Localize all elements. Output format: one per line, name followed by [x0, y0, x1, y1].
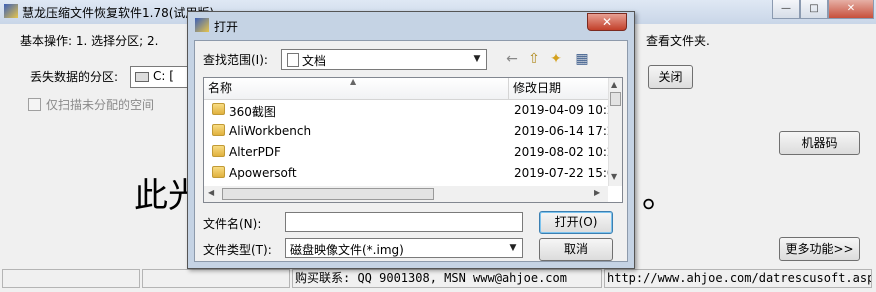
folder-icon: [212, 166, 225, 178]
open-button[interactable]: 打开(O): [539, 211, 613, 234]
partition-select[interactable]: C: [: [130, 66, 192, 88]
vertical-scrollbar[interactable]: ▲ ▼: [608, 78, 622, 186]
up-folder-icon[interactable]: ⇧: [523, 50, 545, 70]
horizontal-scroll-thumb[interactable]: [222, 188, 434, 200]
file-date: 2019-08-02 10:2: [514, 145, 608, 159]
filetype-label: 文件类型(T):: [203, 243, 272, 257]
window-title: 慧龙压缩文件恢复软件1.78(试用版): [22, 6, 215, 20]
cancel-button[interactable]: 取消: [539, 238, 613, 261]
partition-value: C: [: [153, 69, 174, 83]
column-name-label: 名称: [208, 81, 233, 95]
filename-label: 文件名(N):: [203, 217, 262, 231]
folder-icon: [212, 124, 225, 136]
chevron-down-icon[interactable]: ▼: [506, 241, 520, 255]
file-date: 2019-04-09 10:2: [514, 103, 608, 117]
close-button[interactable]: 关闭: [648, 65, 693, 89]
scroll-right-icon[interactable]: ▶: [594, 188, 600, 197]
list-item[interactable]: AlterPDF 2019-08-02 10:2: [204, 142, 608, 163]
scan-unallocated-checkbox[interactable]: [28, 98, 41, 111]
file-name: AliWorkbench: [229, 124, 312, 138]
machine-code-button[interactable]: 机器码: [779, 131, 860, 155]
filetype-value: 磁盘映像文件(*.img): [290, 243, 404, 257]
file-name: AlterPDF: [229, 145, 281, 159]
steps-instructions-tail: 查看文件夹.: [646, 34, 710, 48]
status-contact: 购买联系: QQ 9001308, MSN www@ahjoe.com: [292, 269, 602, 288]
dialog-app-icon: [195, 18, 209, 32]
column-header-name[interactable]: 名称 ▲: [204, 78, 509, 100]
sort-up-icon: ▲: [350, 77, 357, 86]
dialog-title: 打开: [214, 20, 239, 34]
maximize-button[interactable]: □: [800, 0, 828, 19]
folder-icon: [212, 103, 225, 115]
back-icon[interactable]: ←: [501, 50, 523, 70]
file-date: 2019-06-14 17:2: [514, 124, 608, 138]
file-name: 360截图: [229, 105, 276, 119]
file-date: 2019-07-22 15:0: [514, 166, 608, 180]
scan-unallocated-label: 仅扫描未分配的空间: [46, 98, 155, 112]
status-url[interactable]: http://www.ahjoe.com/datrescusoft.asp: [604, 269, 872, 288]
status-cell-1: [2, 269, 140, 288]
dialog-close-button[interactable]: ✕: [587, 13, 627, 31]
vertical-scroll-thumb[interactable]: [610, 92, 621, 106]
drive-icon: [135, 71, 149, 82]
filetype-select[interactable]: 磁盘映像文件(*.img) ▼: [285, 238, 523, 258]
horizontal-scrollbar[interactable]: ◀ ▶: [204, 186, 608, 202]
open-dialog: 打开 ✕ 查找范围(I): 文档 ▼ ← ⇧ ✦ ▦ 名称 ▲ 修改日期 360…: [187, 11, 635, 269]
list-item[interactable]: 360截图 2019-04-09 10:2: [204, 100, 608, 121]
new-folder-icon[interactable]: ✦: [545, 50, 567, 70]
minimize-button[interactable]: —: [772, 0, 800, 19]
list-item[interactable]: Apowersoft 2019-07-22 15:0: [204, 163, 608, 184]
scroll-down-icon[interactable]: ▼: [611, 172, 617, 181]
list-item[interactable]: AliWorkbench 2019-06-14 17:2: [204, 121, 608, 142]
filename-input[interactable]: [285, 212, 523, 232]
partition-label: 丢失数据的分区:: [30, 70, 119, 84]
big-message-text-tail: 。: [642, 176, 676, 216]
view-menu-icon[interactable]: ▦: [568, 50, 596, 70]
status-cell-2: [142, 269, 290, 288]
scroll-left-icon[interactable]: ◀: [208, 188, 214, 197]
file-name: Apowersoft: [229, 166, 297, 180]
lookin-select[interactable]: 文档 ▼: [281, 49, 487, 70]
lookin-label: 查找范围(I):: [203, 53, 268, 67]
scroll-up-icon[interactable]: ▲: [611, 80, 617, 89]
lookin-value: 文档: [302, 54, 327, 68]
folder-icon: [212, 145, 225, 157]
status-bar: 购买联系: QQ 9001308, MSN www@ahjoe.com http…: [0, 269, 876, 292]
chevron-down-icon[interactable]: ▼: [470, 52, 484, 66]
dialog-body: 查找范围(I): 文档 ▼ ← ⇧ ✦ ▦ 名称 ▲ 修改日期 360截图 20…: [194, 40, 628, 262]
column-header-date[interactable]: 修改日期: [509, 78, 608, 100]
window-close-button[interactable]: ✕: [828, 0, 874, 19]
more-functions-button[interactable]: 更多功能>>: [779, 237, 860, 261]
steps-instructions: 基本操作: 1. 选择分区; 2.: [20, 34, 159, 48]
file-list: 名称 ▲ 修改日期 360截图 2019-04-09 10:2 AliWorkb…: [203, 77, 623, 203]
document-icon: [287, 53, 299, 67]
app-icon: [4, 4, 18, 18]
